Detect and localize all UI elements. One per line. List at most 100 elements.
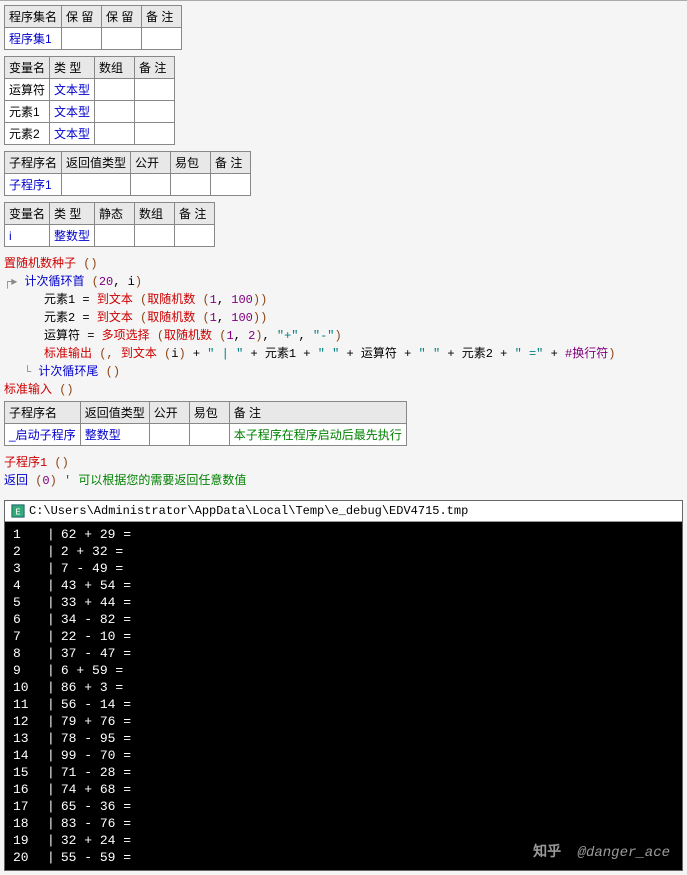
paren: ( — [195, 293, 209, 307]
cell[interactable]: 元素2 — [5, 123, 50, 145]
variable-table-2[interactable]: 变量名 类 型 静态 数组 备 注 i 整数型 — [4, 202, 215, 247]
number: 1 — [226, 329, 233, 343]
table-row[interactable]: 元素1 文本型 — [5, 101, 175, 123]
code-line[interactable]: 标准输入 () — [4, 381, 683, 399]
code-line[interactable]: 子程序1 () — [4, 454, 683, 472]
plus: + — [397, 347, 419, 361]
cell[interactable] — [171, 174, 211, 196]
paren: ) — [135, 275, 142, 289]
col-header: 公开 — [149, 402, 189, 424]
cell[interactable] — [95, 101, 135, 123]
plus: + — [440, 347, 462, 361]
fn-name: 取随机数 — [147, 293, 195, 307]
code-line[interactable]: 元素1 = 到文本 (取随机数 (1, 100)) — [4, 291, 683, 309]
fn-name: 标准输入 — [4, 383, 52, 397]
subroutine-table-2[interactable]: 子程序名 返回值类型 公开 易包 备 注 _启动子程序 整数型 本子程序在程序启… — [4, 401, 407, 446]
cell[interactable] — [95, 123, 135, 145]
cell[interactable]: 文本型 — [50, 101, 95, 123]
cell[interactable]: 本子程序在程序启动后最先执行 — [229, 424, 406, 446]
cell[interactable]: 文本型 — [50, 123, 95, 145]
cell[interactable] — [102, 28, 142, 50]
code-line[interactable]: ┌▸ 计次循环首 (20, i) — [4, 273, 683, 291]
fn-name: 到文本 — [97, 293, 133, 307]
table-row[interactable]: _启动子程序 整数型 本子程序在程序启动后最先执行 — [5, 424, 407, 446]
cell[interactable]: _启动子程序 — [5, 424, 81, 446]
paren: () — [76, 257, 98, 271]
string: "+" — [277, 329, 299, 343]
cell[interactable] — [131, 174, 171, 196]
cell[interactable] — [135, 79, 175, 101]
string: " =" — [515, 347, 544, 361]
cell[interactable]: 文本型 — [50, 79, 95, 101]
cell[interactable]: 子程序1 — [5, 174, 62, 196]
console-titlebar[interactable]: E C:\Users\Administrator\AppData\Local\T… — [5, 501, 682, 522]
col-header: 类 型 — [50, 57, 95, 79]
editor-panel: 程序集名 保 留 保 留 备 注 程序集1 变量名 类 型 数组 备 注 运算符… — [0, 0, 687, 875]
paren: (, — [92, 347, 121, 361]
plus: + — [243, 347, 265, 361]
cell[interactable]: 元素1 — [5, 101, 50, 123]
sep: , — [299, 329, 313, 343]
code-line[interactable]: 置随机数种子 () — [4, 255, 683, 273]
fn-name: 多项选择 — [102, 329, 150, 343]
col-header: 静态 — [95, 203, 135, 225]
code-line[interactable]: 元素2 = 到文本 (取随机数 (1, 100)) — [4, 309, 683, 327]
cell[interactable] — [189, 424, 229, 446]
console-line: 3|7 - 49 = — [13, 560, 674, 577]
paren: ( — [150, 329, 164, 343]
cell[interactable] — [135, 225, 175, 247]
table-row[interactable]: 程序集1 — [5, 28, 182, 50]
col-header: 备 注 — [175, 203, 215, 225]
cell[interactable]: 整数型 — [50, 225, 95, 247]
variable-table-1[interactable]: 变量名 类 型 数组 备 注 运算符 文本型 元素1 文本型 元素2 文本型 — [4, 56, 175, 145]
program-set-table[interactable]: 程序集名 保 留 保 留 备 注 程序集1 — [4, 5, 182, 50]
table-row[interactable]: 子程序1 — [5, 174, 251, 196]
code-line[interactable]: 运算符 = 多项选择 (取随机数 (1, 2), "+", "-") — [4, 327, 683, 345]
table-row[interactable]: 运算符 文本型 — [5, 79, 175, 101]
console-line: 11|56 - 14 = — [13, 696, 674, 713]
console-line: 4|43 + 54 = — [13, 577, 674, 594]
constant: #换行符 — [565, 347, 608, 361]
cell[interactable] — [95, 79, 135, 101]
code-line[interactable]: 返回 (0) ' 可以根据您的需要返回任意数值 — [4, 472, 683, 490]
console-path: C:\Users\Administrator\AppData\Local\Tem… — [29, 504, 468, 518]
console-line: 8|37 - 47 = — [13, 645, 674, 662]
tree-marker-icon: └ — [24, 363, 31, 381]
var: 元素1 — [265, 347, 296, 361]
paren: )) — [253, 293, 267, 307]
cell[interactable] — [211, 174, 251, 196]
col-header: 备 注 — [211, 152, 251, 174]
paren: ( — [133, 311, 147, 325]
col-header: 子程序名 — [5, 152, 62, 174]
col-header: 程序集名 — [5, 6, 62, 28]
table-row[interactable]: 元素2 文本型 — [5, 123, 175, 145]
cell[interactable]: 整数型 — [80, 424, 149, 446]
paren: ) — [50, 474, 57, 488]
cell[interactable]: 程序集1 — [5, 28, 62, 50]
console-line: 12|79 + 76 = — [13, 713, 674, 730]
code-block-2[interactable]: 子程序1 () 返回 (0) ' 可以根据您的需要返回任意数值 — [4, 452, 683, 492]
string: " " — [318, 347, 340, 361]
cell[interactable] — [149, 424, 189, 446]
console-line: 6|34 - 82 = — [13, 611, 674, 628]
fn-name: 计次循环首 — [24, 275, 84, 289]
cell[interactable]: i — [5, 225, 50, 247]
code-block-1[interactable]: 置随机数种子 () ┌▸ 计次循环首 (20, i) 元素1 = 到文本 (取随… — [4, 253, 683, 401]
cell[interactable] — [135, 123, 175, 145]
cell[interactable] — [135, 101, 175, 123]
subroutine-table-1[interactable]: 子程序名 返回值类型 公开 易包 备 注 子程序1 — [4, 151, 251, 196]
table-row[interactable]: i 整数型 — [5, 225, 215, 247]
console-output[interactable]: 1|62 + 29 =2|2 + 32 =3|7 - 49 =4|43 + 54… — [5, 522, 682, 870]
cell[interactable] — [95, 225, 135, 247]
col-header: 备 注 — [229, 402, 406, 424]
watermark: 知乎 @danger_ace — [533, 845, 670, 862]
cell[interactable] — [175, 225, 215, 247]
cell[interactable] — [62, 28, 102, 50]
cell[interactable]: 运算符 — [5, 79, 50, 101]
col-header: 备 注 — [142, 6, 182, 28]
cell[interactable] — [62, 174, 131, 196]
cell[interactable] — [142, 28, 182, 50]
assign: = — [75, 311, 97, 325]
code-line[interactable]: └ 计次循环尾 () — [4, 363, 683, 381]
code-line[interactable]: ▸▸ 标准输出 (, 到文本 (i) + " | " + 元素1 + " " +… — [4, 345, 683, 363]
